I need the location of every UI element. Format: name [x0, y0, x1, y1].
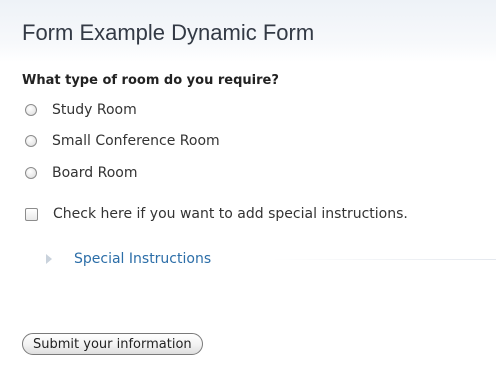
board-room-label: Board Room [52, 165, 138, 181]
special-instructions-link[interactable]: Special Instructions [74, 251, 211, 267]
board-room-radio[interactable] [25, 167, 37, 179]
page-title: Form Example Dynamic Form [22, 20, 315, 45]
special-instructions-checkbox-label: Check here if you want to add special in… [53, 206, 408, 222]
small-conference-room-label: Small Conference Room [52, 133, 220, 149]
radio-option-study-room[interactable]: Study Room [22, 100, 137, 120]
special-instructions-toggle[interactable]: Special Instructions [22, 248, 496, 270]
room-type-question: What type of room do you require? [22, 73, 279, 88]
study-room-label: Study Room [52, 102, 137, 118]
study-room-radio[interactable] [25, 104, 37, 116]
small-conference-room-radio[interactable] [25, 135, 37, 147]
special-instructions-checkbox[interactable] [25, 207, 38, 221]
triangle-right-icon[interactable] [46, 254, 52, 264]
radio-option-board-room[interactable]: Board Room [22, 163, 137, 183]
section-divider [272, 259, 496, 260]
radio-option-small-conference-room[interactable]: Small Conference Room [22, 131, 220, 151]
special-instructions-option[interactable]: Check here if you want to add special in… [22, 204, 408, 224]
submit-button[interactable]: Submit your information [22, 333, 203, 355]
